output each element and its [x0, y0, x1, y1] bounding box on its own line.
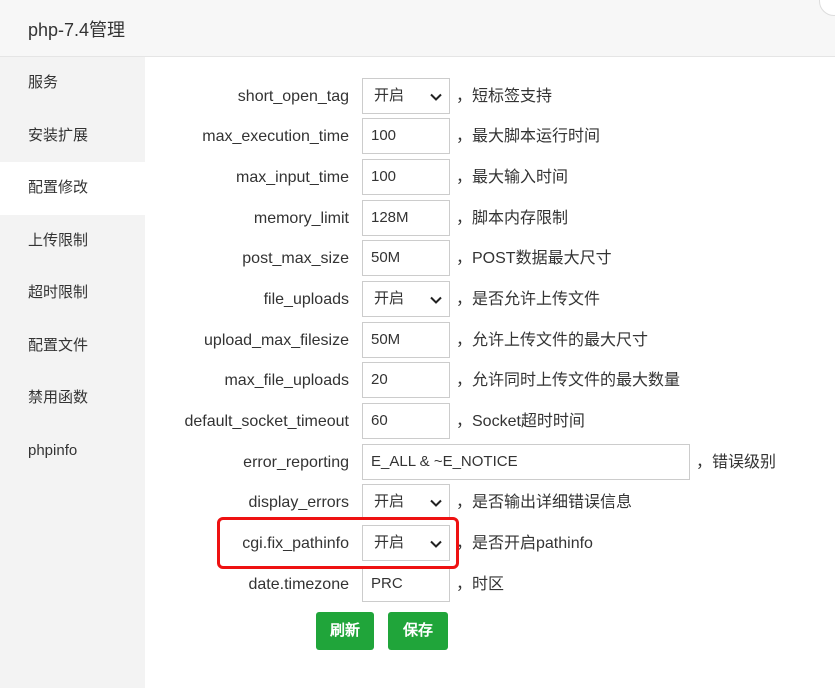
setting-row-date-timezone: date.timezone PRC ，时区	[145, 565, 835, 605]
setting-description: ，时区	[456, 576, 505, 593]
save-button[interactable]: 保存	[388, 612, 448, 650]
setting-row-memory-limit: memory_limit 128M ，脚本内存限制	[145, 199, 835, 239]
setting-row-short-open-tag: short_open_tag 开启 ，短标签支持	[145, 77, 835, 117]
dialog-title: php-7.4管理	[28, 20, 126, 40]
setting-description: ，最大脚本运行时间	[456, 128, 601, 145]
setting-label: date.timezone	[248, 576, 349, 593]
chevron-down-icon	[430, 93, 442, 101]
select-value: 开启	[374, 290, 405, 307]
setting-label: memory_limit	[253, 210, 349, 227]
setting-description: ，短标签支持	[456, 88, 553, 105]
setting-label: max_file_uploads	[224, 372, 349, 389]
memory-limit-input[interactable]: 128M	[362, 200, 450, 236]
setting-description: ，是否允许上传文件	[456, 291, 601, 308]
php-manager-dialog: php-7.4管理 服务 安装扩展 配置修改 上传限制 超时限制 配置文件 禁用…	[0, 0, 835, 688]
setting-row-post-max-size: post_max_size 50M ，POST数据最大尺寸	[145, 239, 835, 279]
sidebar-item-timeout-limit[interactable]: 超时限制	[0, 267, 145, 320]
setting-label: upload_max_filesize	[204, 332, 349, 349]
setting-label: default_socket_timeout	[184, 413, 349, 430]
short-open-tag-select[interactable]: 开启	[362, 78, 450, 114]
sidebar-item-config-file[interactable]: 配置文件	[0, 320, 145, 373]
setting-description: ，脚本内存限制	[456, 210, 569, 227]
file-uploads-select[interactable]: 开启	[362, 281, 450, 317]
config-form: short_open_tag 开启 ，短标签支持 max_execution_t…	[145, 57, 835, 688]
setting-description: ，是否开启pathinfo	[456, 535, 593, 552]
error-reporting-input[interactable]: E_ALL & ~E_NOTICE	[362, 444, 690, 480]
display-errors-select[interactable]: 开启	[362, 484, 450, 520]
sidebar-item-phpinfo[interactable]: phpinfo	[0, 425, 145, 478]
sidebar-item-install-extension[interactable]: 安装扩展	[0, 110, 145, 163]
sidebar-item-service[interactable]: 服务	[0, 57, 145, 110]
setting-label: file_uploads	[263, 291, 349, 308]
max-input-time-input[interactable]: 100	[362, 159, 450, 195]
setting-description: ，Socket超时时间	[456, 413, 585, 430]
date-timezone-input[interactable]: PRC	[362, 566, 450, 602]
setting-label: max_input_time	[236, 169, 349, 186]
setting-description: ，最大输入时间	[456, 169, 569, 186]
setting-description: ，错误级别	[696, 454, 777, 471]
setting-label: short_open_tag	[237, 88, 349, 105]
default-socket-timeout-input[interactable]: 60	[362, 403, 450, 439]
setting-row-max-input-time: max_input_time 100 ，最大输入时间	[145, 158, 835, 198]
setting-row-max-file-uploads: max_file_uploads 20 ，允许同时上传文件的最大数量	[145, 361, 835, 401]
sidebar-item-disabled-functions[interactable]: 禁用函数	[0, 372, 145, 425]
highlight-annotation	[217, 517, 459, 569]
max-execution-time-input[interactable]: 100	[362, 118, 450, 154]
select-value: 开启	[374, 493, 405, 510]
setting-row-error-reporting: error_reporting E_ALL & ~E_NOTICE ，错误级别	[145, 443, 835, 483]
setting-row-upload-max-filesize: upload_max_filesize 50M ，允许上传文件的最大尺寸	[145, 321, 835, 361]
chevron-down-icon	[430, 499, 442, 507]
post-max-size-input[interactable]: 50M	[362, 240, 450, 276]
upload-max-filesize-input[interactable]: 50M	[362, 322, 450, 358]
select-value: 开启	[374, 87, 405, 104]
title-bar: php-7.4管理	[0, 0, 835, 57]
setting-description: ，是否输出详细错误信息	[456, 494, 633, 511]
sidebar-item-upload-limit[interactable]: 上传限制	[0, 215, 145, 268]
setting-row-file-uploads: file_uploads 开启 ，是否允许上传文件	[145, 280, 835, 320]
setting-description: ，允许上传文件的最大尺寸	[456, 332, 649, 349]
setting-row-default-socket-timeout: default_socket_timeout 60 ，Socket超时时间	[145, 402, 835, 442]
max-file-uploads-input[interactable]: 20	[362, 362, 450, 398]
setting-description: ，允许同时上传文件的最大数量	[456, 372, 681, 389]
sidebar: 服务 安装扩展 配置修改 上传限制 超时限制 配置文件 禁用函数 phpinfo	[0, 57, 145, 688]
sidebar-item-config-edit[interactable]: 配置修改	[0, 162, 145, 215]
chevron-down-icon	[430, 296, 442, 304]
refresh-button[interactable]: 刷新	[316, 612, 374, 650]
setting-label: max_execution_time	[202, 128, 349, 145]
setting-label: error_reporting	[243, 454, 349, 471]
setting-row-max-execution-time: max_execution_time 100 ，最大脚本运行时间	[145, 117, 835, 157]
setting-label: post_max_size	[242, 250, 349, 267]
setting-description: ，POST数据最大尺寸	[456, 250, 612, 267]
